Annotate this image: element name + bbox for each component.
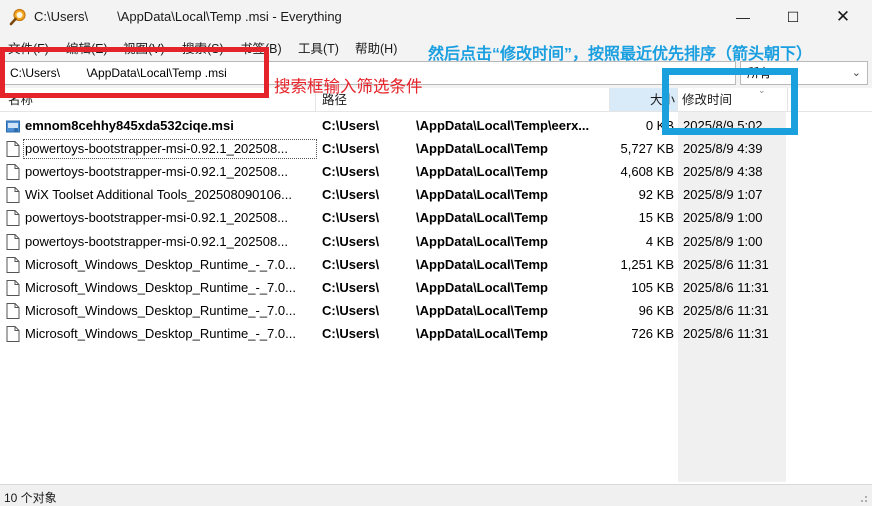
annotation-red-text: 搜索框输入筛选条件 [274,78,423,96]
file-name: Microsoft_Windows_Desktop_Runtime_-_7.0.… [25,256,296,272]
file-size: 92 KB [638,187,674,203]
chevron-down-icon: ⌄ [851,67,861,79]
annotation-blue-text: 然后点击“修改时间”，按照最近优先排序（箭头朝下） [428,46,813,63]
table-row[interactable]: powertoys-bootstrapper-msi-0.92.1_202508… [0,160,872,183]
table-row[interactable]: Microsoft_Windows_Desktop_Runtime_-_7.0.… [0,253,872,276]
file-modified-date: 2025/8/6 11:31 [683,325,769,341]
table-row[interactable]: powertoys-bootstrapper-msi-0.92.1_202508… [0,137,872,160]
table-row[interactable]: Microsoft_Windows_Desktop_Runtime_-_7.0.… [0,299,872,322]
file-path-root: C:\Users\ [322,233,380,249]
document-icon [6,256,20,273]
document-icon [6,233,20,250]
table-row[interactable]: WiX Toolset Additional Tools_20250809010… [0,183,872,206]
file-modified-date: 2025/8/9 4:38 [683,164,763,180]
maximize-icon: ☐ [786,8,800,25]
file-modified-date: 2025/8/6 11:31 [683,256,769,272]
file-name: powertoys-bootstrapper-msi-0.92.1_202508… [25,210,289,226]
file-name: Microsoft_Windows_Desktop_Runtime_-_7.0.… [25,325,296,341]
file-size: 96 KB [638,302,674,318]
minimize-button[interactable]: — [720,0,766,34]
file-size: 4,608 KB [620,164,675,180]
table-row[interactable]: Microsoft_Windows_Desktop_Runtime_-_7.0.… [0,276,872,299]
file-path: \AppData\Local\Temp [416,256,548,272]
file-modified-date: 2025/8/6 11:31 [683,279,769,295]
file-path: \AppData\Local\Temp [416,325,548,341]
file-path: \AppData\Local\Temp [416,210,548,226]
file-path-root: C:\Users\ [322,279,380,295]
document-icon [6,210,20,227]
document-icon [6,187,20,204]
file-modified-date: 2025/8/6 11:31 [683,302,769,318]
file-path-root: C:\Users\ [322,302,380,318]
file-size: 726 KB [631,325,674,341]
file-modified-date: 2025/8/9 4:39 [683,141,763,157]
file-name: powertoys-bootstrapper-msi-0.92.1_202508… [25,164,289,180]
installer-icon [6,120,20,133]
file-path-root: C:\Users\ [322,141,380,157]
status-bar: 10 个对象 [0,484,872,506]
file-name: WiX Toolset Additional Tools_20250809010… [25,187,292,203]
maximize-button[interactable]: ☐ [770,0,816,34]
minimize-icon: — [736,9,750,25]
file-path: \AppData\Local\Temp [416,279,548,295]
document-icon [6,141,20,158]
menu-help[interactable]: 帮助(H) [355,38,397,57]
file-path: \AppData\Local\Temp [416,302,548,318]
file-name: powertoys-bootstrapper-msi-0.92.1_202508… [23,139,317,160]
file-size: 15 KB [638,210,674,226]
annotation-blue-box [662,68,798,135]
window-title: C:\Users\ \AppData\Local\Temp .msi - Eve… [34,9,342,24]
menu-tools[interactable]: 工具(T) [298,38,339,57]
file-path-root: C:\Users\ [322,118,380,133]
object-count: 10 个对象 [4,491,57,505]
document-icon [6,279,20,296]
file-name: Microsoft_Windows_Desktop_Runtime_-_7.0.… [25,302,296,318]
close-button[interactable]: ✕ [820,0,866,34]
file-path-root: C:\Users\ [322,256,380,272]
file-path: \AppData\Local\Temp [416,233,548,249]
document-icon [6,302,20,319]
file-path: \AppData\Local\Temp [416,141,548,157]
file-path-root: C:\Users\ [322,325,380,341]
file-name: Microsoft_Windows_Desktop_Runtime_-_7.0.… [25,279,296,295]
title-bar: C:\Users\ \AppData\Local\Temp .msi - Eve… [0,0,872,34]
table-row[interactable]: powertoys-bootstrapper-msi-0.92.1_202508… [0,230,872,253]
document-icon [6,164,20,181]
file-name: powertoys-bootstrapper-msi-0.92.1_202508… [25,233,289,249]
file-size: 5,727 KB [620,141,675,157]
file-size: 1,251 KB [620,256,675,272]
file-path: \AppData\Local\Temp [416,187,548,203]
file-path: \AppData\Local\Temp [416,164,548,180]
file-path-root: C:\Users\ [322,187,380,203]
annotation-red-box [0,47,269,98]
file-size: 4 KB [645,233,674,249]
file-path-root: C:\Users\ [322,210,380,226]
resize-grip-icon[interactable] [858,493,868,503]
file-size: 105 KB [631,279,674,295]
file-modified-date: 2025/8/9 1:00 [683,210,763,226]
table-row[interactable]: Microsoft_Windows_Desktop_Runtime_-_7.0.… [0,322,872,345]
magnifier-app-icon [9,8,26,26]
document-icon [6,325,20,342]
file-path-root: C:\Users\ [322,164,380,180]
close-icon: ✕ [835,7,851,26]
table-row[interactable]: powertoys-bootstrapper-msi-0.92.1_202508… [0,206,872,229]
file-modified-date: 2025/8/9 1:00 [683,233,763,249]
file-path: \AppData\Local\Temp\eerx... [416,118,590,133]
file-name: emnom8cehhy845xda532ciqe.msi [25,118,234,133]
file-modified-date: 2025/8/9 1:07 [683,187,763,203]
